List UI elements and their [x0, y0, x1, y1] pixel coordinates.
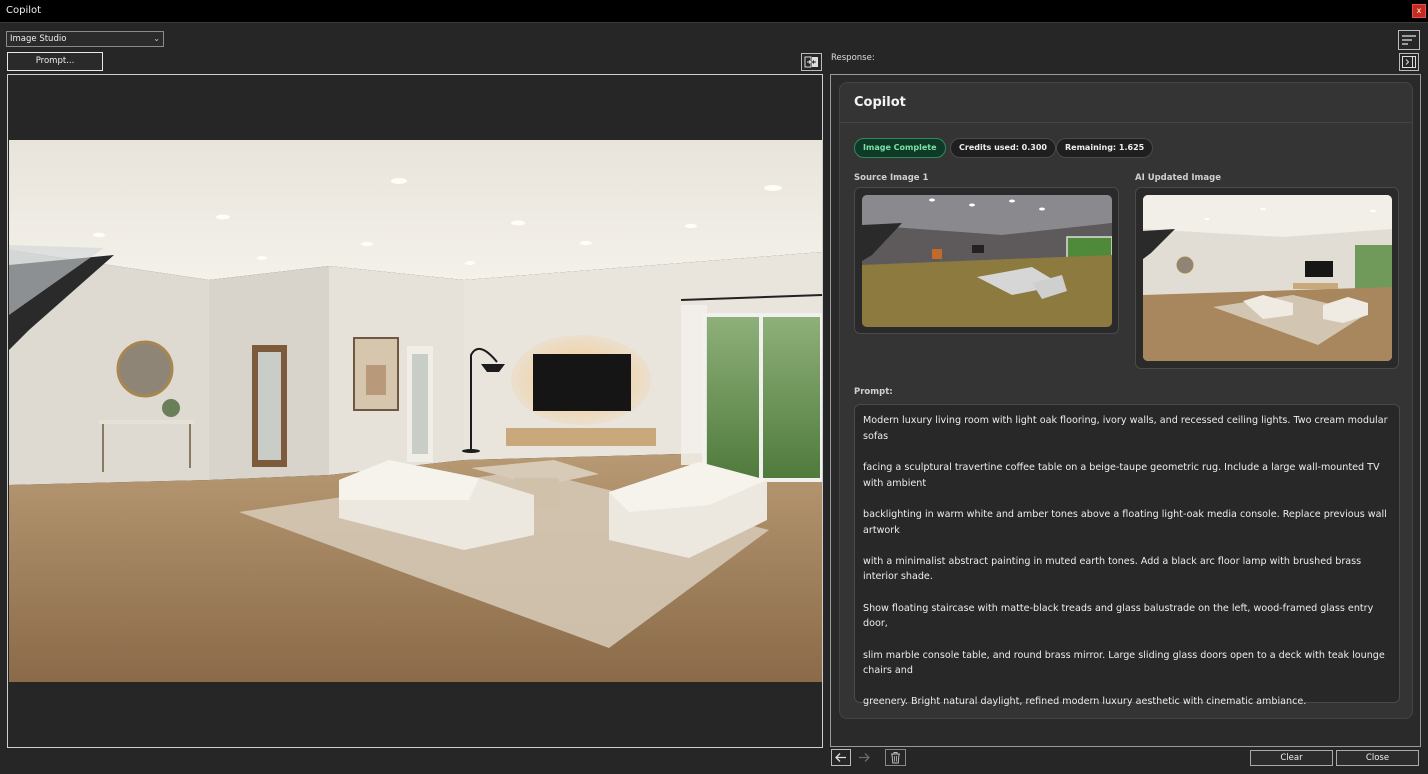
ai-updated-image-thumbnail[interactable] — [1135, 187, 1399, 369]
sort-button[interactable] — [1398, 30, 1420, 50]
window-close-button[interactable]: x — [1412, 4, 1426, 18]
ai-image-render — [1143, 195, 1392, 361]
response-label: Response: — [831, 53, 875, 63]
prompt-paragraph: Show floating staircase with matte-black… — [863, 602, 1374, 630]
prompt-paragraph: backlighting in warm white and amber ton… — [863, 508, 1387, 536]
status-badge: Image Complete — [854, 138, 946, 158]
mode-select-value: Image Studio — [10, 34, 67, 44]
source-image-label: Source Image 1 — [854, 173, 929, 183]
arrow-right-icon — [859, 753, 870, 762]
living-room-render — [9, 140, 822, 682]
prompt-paragraph: Modern luxury living room with light oak… — [863, 415, 1388, 442]
prompt-paragraph: slim marble console table, and round bra… — [863, 649, 1385, 677]
credits-remaining-badge: Remaining: 1.625 — [1056, 138, 1154, 158]
prompt-button[interactable]: Prompt... — [7, 52, 103, 71]
copilot-card: Copilot Image Complete Credits used: 0.3… — [839, 82, 1413, 719]
sort-lines-icon — [1402, 35, 1416, 45]
clear-button[interactable]: Clear — [1250, 750, 1333, 766]
close-button[interactable]: Close — [1336, 750, 1419, 766]
credits-used-badge: Credits used: 0.300 — [950, 138, 1056, 158]
collapse-panel-button[interactable] — [1399, 53, 1419, 71]
window-title: Copilot — [6, 5, 42, 16]
trash-icon — [891, 752, 900, 764]
forward-button[interactable] — [855, 749, 875, 766]
prompt-paragraph: with a minimalist abstract painting in m… — [863, 555, 1362, 583]
collapse-panel-icon — [1402, 56, 1416, 68]
response-panel: Copilot Image Complete Credits used: 0.3… — [830, 74, 1421, 747]
source-image-render — [862, 195, 1112, 327]
prompt-paragraph: greenery. Bright natural daylight, refin… — [863, 696, 1307, 708]
delete-button[interactable] — [885, 749, 906, 766]
divider — [840, 122, 1412, 123]
prompt-paragraph: facing a sculptural travertine coffee ta… — [863, 461, 1380, 489]
prompt-label: Prompt: — [854, 387, 893, 397]
chevron-down-icon: ⌄ — [153, 34, 160, 43]
rendered-image[interactable] — [9, 140, 822, 682]
prompt-text-box[interactable]: Modern luxury living room with light oak… — [854, 404, 1400, 707]
back-button[interactable] — [831, 749, 851, 766]
arrow-left-icon — [835, 753, 846, 762]
ai-image-label: AI Updated Image — [1135, 173, 1221, 183]
swap-panels-button[interactable] — [801, 53, 822, 71]
card-title: Copilot — [854, 95, 906, 110]
mode-select[interactable]: Image Studio ⌄ — [6, 31, 164, 47]
title-bar: Copilot x — [0, 0, 1428, 23]
swap-panels-icon — [804, 56, 818, 68]
image-canvas-panel — [7, 74, 823, 748]
source-image-thumbnail[interactable] — [854, 187, 1119, 334]
